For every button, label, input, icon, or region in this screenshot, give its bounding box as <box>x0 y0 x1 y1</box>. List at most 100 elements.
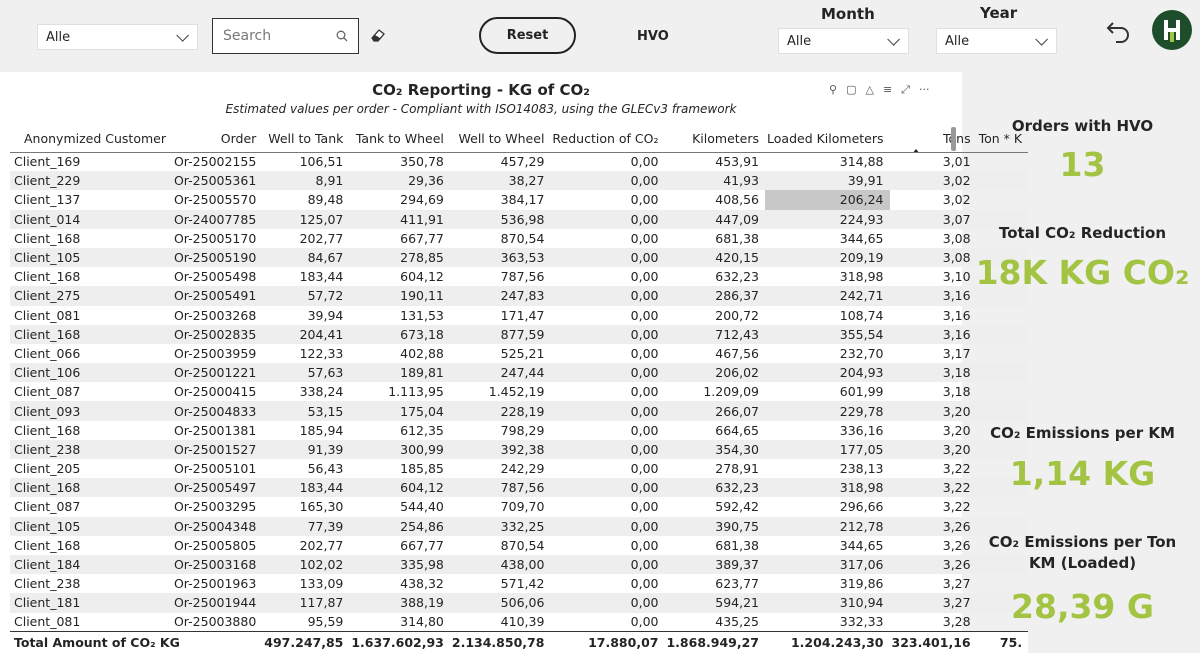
table-cell: 108,74 <box>839 307 884 323</box>
table-cell: 0,00 <box>630 269 659 285</box>
customer-dropdown[interactable]: Alle <box>37 24 198 50</box>
table-cell: 709,70 <box>500 499 545 515</box>
total-cell: Total Amount of CO₂ KG <box>10 631 263 653</box>
total-cell: 1.637.602,93 <box>349 631 450 653</box>
kpi-per-ton-km-value: 28,39 G <box>1011 587 1154 626</box>
table-row[interactable]: Client_087 Or-25000415 338,24 1.113,95 1.452… <box>10 382 1028 401</box>
column-header[interactable]: Kilometers <box>664 125 766 153</box>
table-cell: 314,80 <box>400 614 444 630</box>
more-options-icon[interactable]: ··· <box>919 83 930 97</box>
table-cell: Client_238 <box>14 576 81 592</box>
table-cell: 266,07 <box>664 401 766 421</box>
table-cell: Client_168 <box>10 324 172 344</box>
table-row[interactable]: Client_066 Or-25003959 122,33 402,88 525,21 0… <box>10 344 1028 363</box>
table-row[interactable]: Client_106 Or-25001221 57,63 189,81 247,44 0,… <box>10 363 1029 383</box>
table-cell: 438,00 <box>449 554 551 575</box>
table-row[interactable]: Client_205 Or-25005101 56,43 185,85 242,29 0,… <box>10 459 1028 478</box>
alert-icon[interactable]: △ <box>865 83 873 97</box>
table-cell: Or-25001381 <box>173 422 257 438</box>
table-row[interactable]: Client_181 Or-25001944 117,87 388,19 506,06 0… <box>10 593 1029 613</box>
column-header[interactable]: Reduction of CO₂ <box>550 125 665 153</box>
table-cell: 3,17 <box>942 345 971 361</box>
table-row[interactable]: Client_168 Or-25005805 202,77 667,77 870,54 0… <box>10 536 1028 555</box>
column-header[interactable]: Tank to Wheel <box>349 125 450 153</box>
month-dropdown[interactable]: Alle <box>778 28 909 54</box>
table-row[interactable]: Client_093 Or-25004833 53,15 175,04 228,19 0,… <box>10 401 1029 421</box>
table-cell: 247,44 <box>449 363 551 383</box>
table-cell: 0,00 <box>550 286 665 306</box>
column-header[interactable]: Order <box>171 125 263 153</box>
table-row[interactable]: Client_105 Or-25005190 84,67 278,85 363,53 0,… <box>10 247 1029 268</box>
table-row[interactable]: Client_168 Or-25002835 204,41 673,18 877,59 0… <box>10 324 1029 344</box>
table-cell: 57,72 <box>262 286 350 306</box>
table-cell: Or-25004833 <box>171 401 263 421</box>
hvo-label[interactable]: HVO <box>637 29 669 44</box>
table-cell: 0,00 <box>550 171 665 191</box>
table-cell: Client_087 <box>14 499 81 515</box>
table-cell: 3,18 <box>889 363 977 383</box>
column-header[interactable]: Well to Wheel <box>449 125 551 153</box>
table-row[interactable]: Client_168 Or-25001381 185,94 612,35 798,29 0… <box>10 421 1028 440</box>
table-cell: 183,44 <box>299 269 344 285</box>
table-row[interactable]: Client_238 Or-25001527 91,39 300,99 392,38 0,… <box>10 439 1029 459</box>
table-row[interactable]: Client_229 Or-25005361 8,91 29,36 38,27 0,00 4… <box>10 171 1029 191</box>
table-cell: 594,21 <box>664 593 766 613</box>
back-arrow-icon[interactable] <box>1104 16 1134 46</box>
table-cell: Client_275 <box>10 286 172 306</box>
reset-button[interactable]: Reset <box>479 17 576 54</box>
table-cell: 0,00 <box>550 478 665 498</box>
pin-icon[interactable]: ⚲ <box>829 83 837 97</box>
table-cell: Client_168 <box>10 478 172 498</box>
filter-icon[interactable]: ≡ <box>883 83 892 97</box>
table-cell: Or-25003295 <box>173 499 257 515</box>
table-cell: 3,26 <box>889 516 977 536</box>
month-slicer-title: Month <box>821 5 875 23</box>
column-header[interactable]: Loaded Kilometers <box>765 125 890 153</box>
year-dropdown[interactable]: Alle <box>936 28 1057 54</box>
table-cell: 681,38 <box>715 537 760 553</box>
eraser-icon[interactable] <box>369 26 387 44</box>
table-row[interactable]: Client_275 Or-25005491 57,72 190,11 247,83 0,… <box>10 286 1029 306</box>
table-row[interactable]: Client_184 Or-25003168 102,02 335,98 438,00 0… <box>10 554 1029 575</box>
focus-mode-icon[interactable]: ⤢ <box>901 83 910 97</box>
column-header[interactable]: Well to Tank <box>262 125 350 153</box>
table-cell: 314,88 <box>839 154 884 170</box>
table-row[interactable]: Client_168 Or-25005170 202,77 667,77 870,54 0… <box>10 229 1028 248</box>
table-row[interactable]: Client_087 Or-25003295 165,30 544,40 709,70 0… <box>10 497 1028 516</box>
table-cell: 3,26 <box>889 554 977 575</box>
search-input[interactable]: Search <box>212 18 359 54</box>
table-cell: 3,16 <box>889 324 977 344</box>
table-cell: 1.452,19 <box>488 384 545 400</box>
table-cell: Client_105 <box>10 247 172 268</box>
table-cell: Client_081 <box>14 614 81 630</box>
table-cell: Or-25005361 <box>171 171 263 191</box>
table-cell: 318,98 <box>765 478 890 498</box>
table-cell: 390,75 <box>664 516 766 536</box>
copy-icon[interactable]: ▢ <box>846 83 856 97</box>
column-header[interactable]: Anonymized Customer <box>10 125 172 153</box>
table-cell: 3,02 <box>889 171 977 191</box>
table-scrollbar[interactable] <box>951 127 956 151</box>
table-cell: 3,18 <box>942 384 971 400</box>
table-cell: 204,93 <box>765 363 890 383</box>
table-cell: 544,40 <box>400 499 444 515</box>
table-cell: 3,22 <box>942 461 971 477</box>
table-row[interactable]: Client_105 Or-25004348 77,39 254,86 332,25 0,… <box>10 516 1029 536</box>
table-row[interactable]: Client_081 Or-25003880 95,59 314,80 410,39 0,… <box>10 613 1028 632</box>
table-cell: 438,32 <box>400 576 444 592</box>
table-row[interactable]: Client_168 Or-25005498 183,44 604,12 787,56 0… <box>10 267 1028 286</box>
table-cell: 0,00 <box>630 422 659 438</box>
table-row[interactable]: Client_014 Or-24007785 125,07 411,91 536,98 0… <box>10 209 1029 229</box>
table-row[interactable]: Client_169 Or-25002155 106,51 350,78 457,29 0… <box>10 152 1028 171</box>
table-cell: 183,44 <box>262 478 350 498</box>
table-cell: 53,15 <box>262 401 350 421</box>
table-row[interactable]: Client_168 Or-25005497 183,44 604,12 787,56 0… <box>10 478 1029 498</box>
table-row[interactable]: Client_137 Or-25005570 89,48 294,69 384,17 0,… <box>10 190 1028 210</box>
table-cell: 0,00 <box>630 499 659 515</box>
table-cell <box>977 497 1028 516</box>
table-row[interactable]: Client_238 Or-25001963 133,09 438,32 571,42 0… <box>10 574 1028 593</box>
table-cell: 238,13 <box>839 461 884 477</box>
column-header[interactable]: Tons <box>889 125 977 153</box>
table-cell: 1.113,95 <box>388 384 444 400</box>
table-row[interactable]: Client_081 Or-25003268 39,94 131,53 171,47 0,… <box>10 306 1028 325</box>
